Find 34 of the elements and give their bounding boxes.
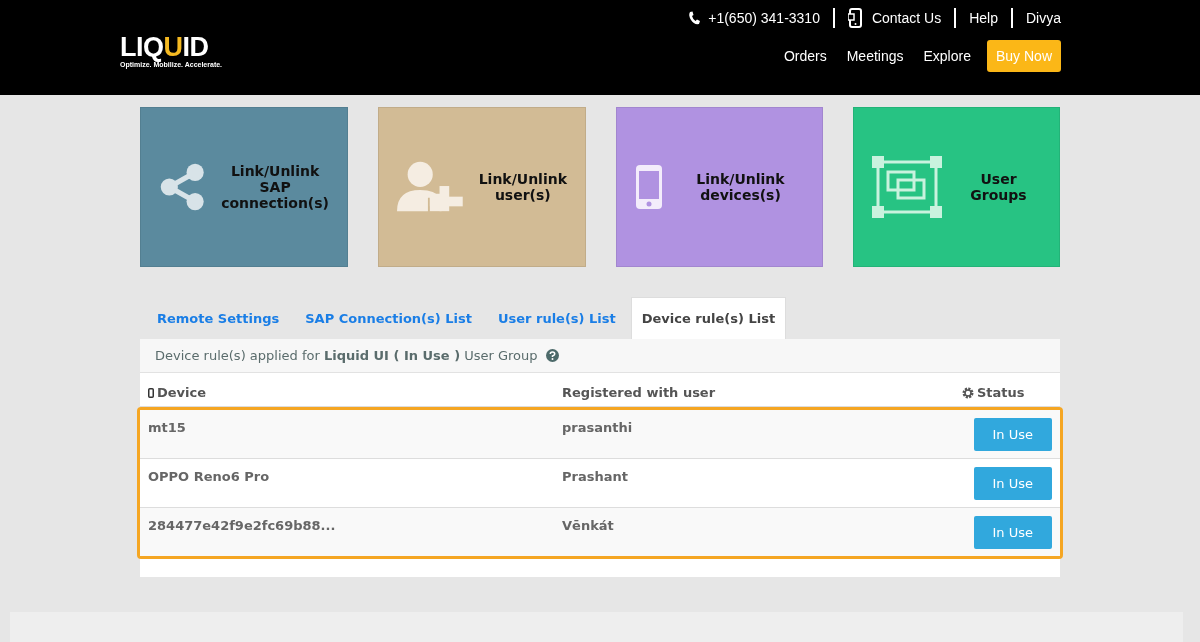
mobile-icon — [847, 8, 864, 28]
tile-card[interactable]: Link/Unlink SAP connection(s) — [140, 107, 348, 267]
tile-card[interactable]: User Groups — [853, 107, 1060, 267]
nav-link[interactable]: Orders — [783, 48, 827, 64]
group-select-icon — [872, 156, 942, 218]
info-text: Device rule(s) applied for Liquid UI ( In Use ) User Group — [155, 348, 538, 363]
phone-number: +1(650) 341-3310 — [708, 10, 820, 26]
tab[interactable]: Device rule(s) List — [630, 297, 787, 339]
top-link[interactable]: Divya — [1026, 10, 1061, 26]
tile-label: Link/Unlink user(s) — [478, 171, 567, 203]
top-link[interactable]: Contact Us — [871, 10, 942, 26]
table-cell: Vēnkát — [562, 518, 614, 533]
nav-link[interactable]: Explore — [923, 48, 971, 64]
column-header: Status — [977, 385, 1025, 400]
user-add-icon — [397, 160, 465, 214]
top-link[interactable]: Help — [969, 10, 998, 26]
table-cell: Prashant — [562, 469, 628, 484]
help-icon[interactable] — [545, 349, 559, 362]
tile-label: User Groups — [969, 171, 1028, 203]
table-cell: 284477e42f9e2fc69b88... — [148, 518, 336, 533]
column-header: Device — [157, 385, 207, 400]
table-cell: OPPO Reno6 Pro — [148, 469, 270, 484]
mobile-icon — [148, 387, 154, 398]
column-header: Registered with user — [562, 385, 716, 400]
tile-card[interactable]: Link/Unlink user(s) — [378, 107, 586, 267]
tile-label: Link/Unlink devices(s) — [695, 171, 786, 203]
tile-label: Link/Unlink SAP connection(s) — [221, 163, 329, 211]
table-cell: prasanthi — [562, 420, 633, 435]
tile-card[interactable]: Link/Unlink devices(s) — [616, 107, 823, 267]
table-cell: mt15 — [148, 420, 186, 435]
nav-link[interactable]: Meetings — [846, 48, 904, 64]
smartphone-icon — [635, 164, 663, 210]
gear-icon — [962, 386, 974, 399]
phone-icon — [688, 11, 701, 25]
